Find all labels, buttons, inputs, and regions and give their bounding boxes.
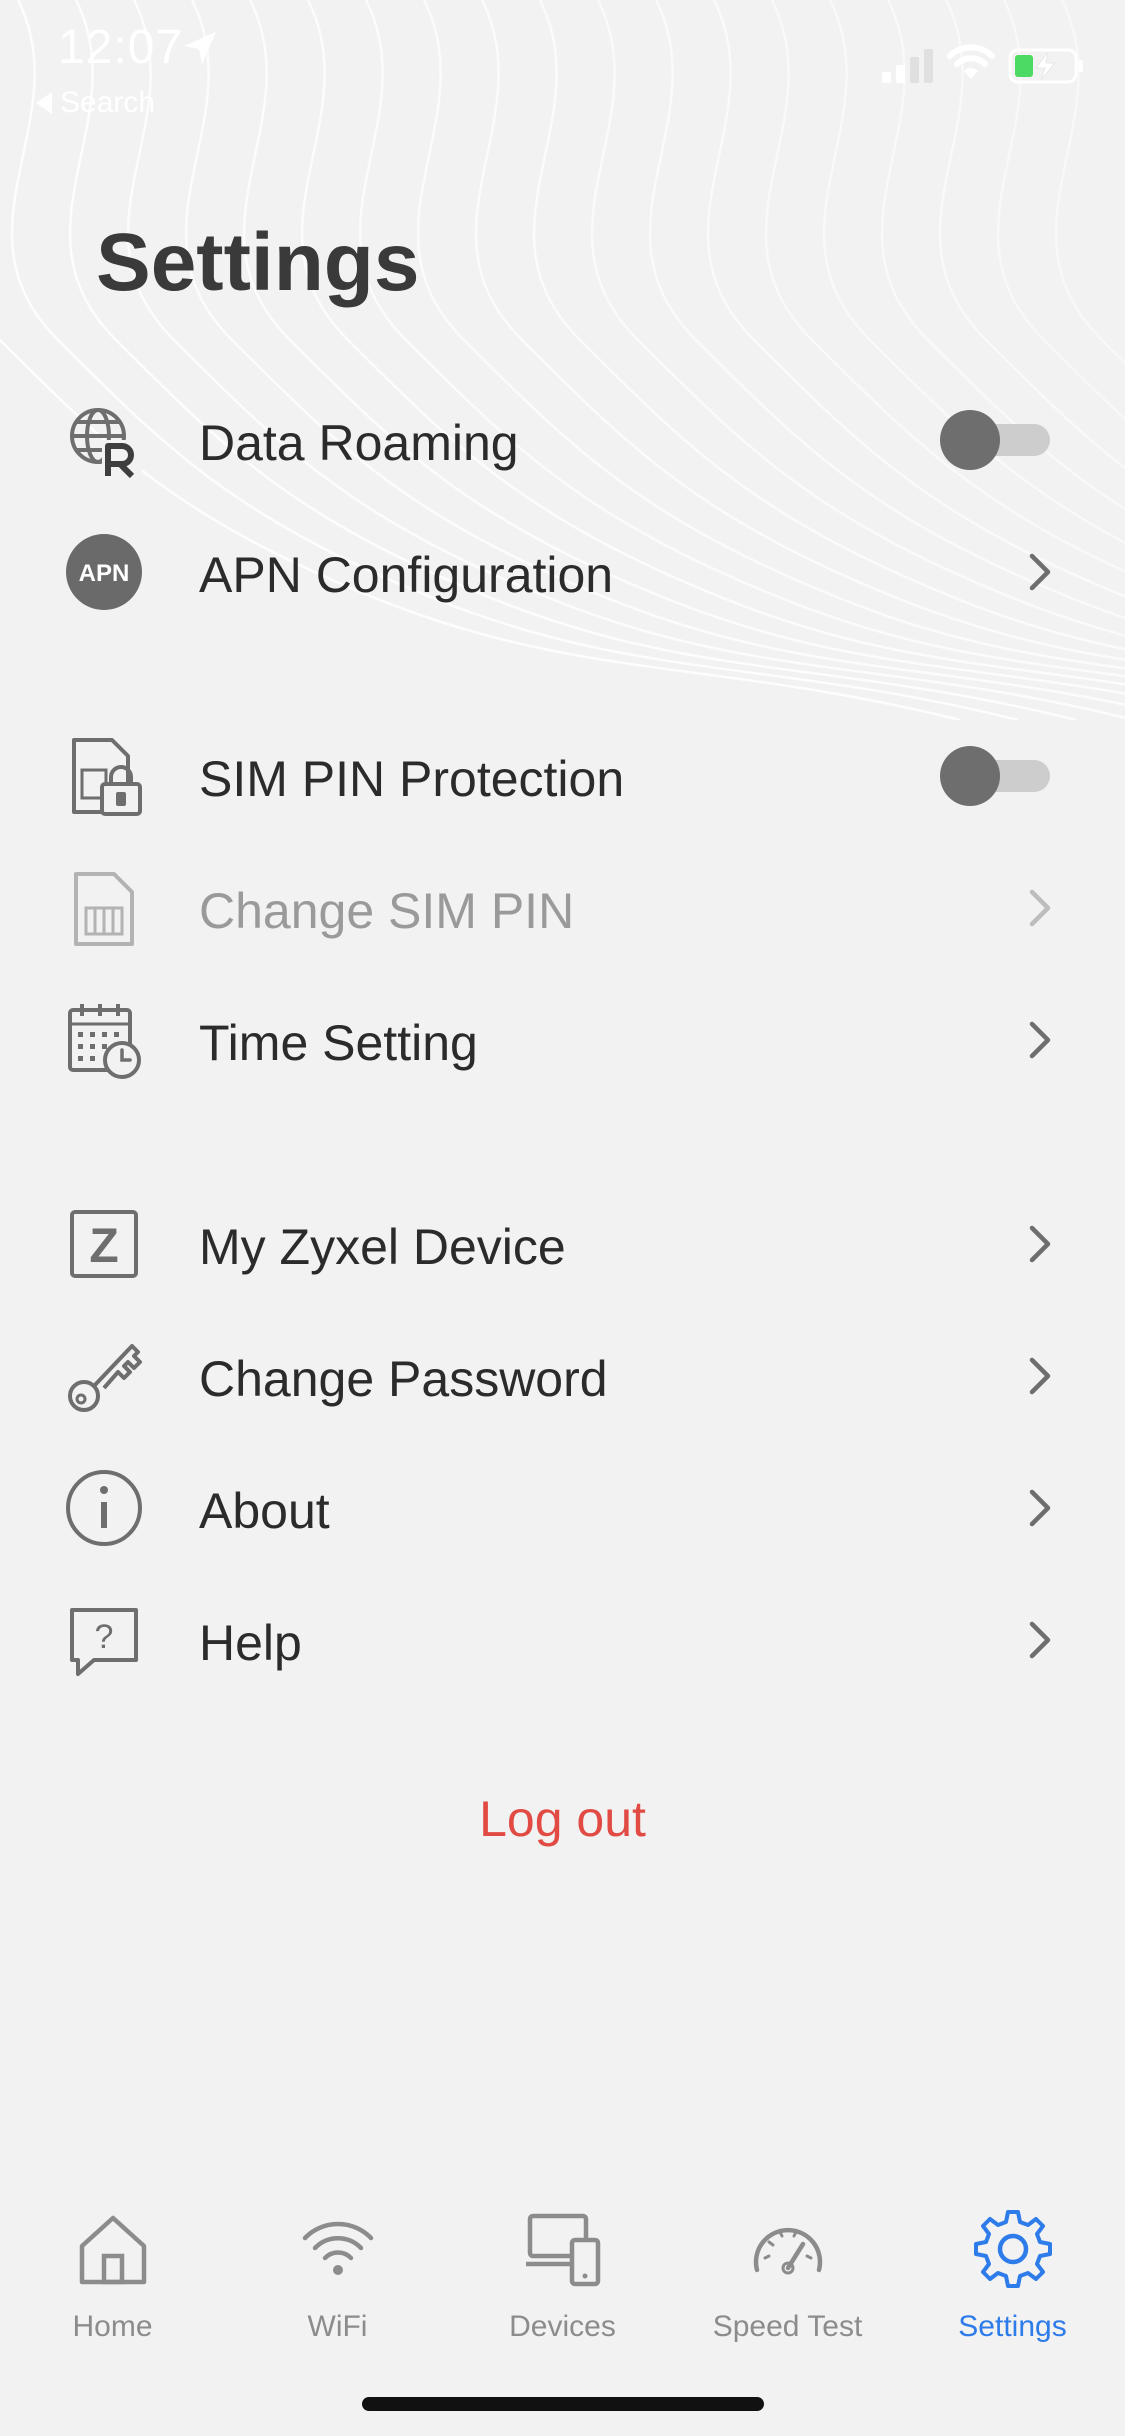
home-icon xyxy=(79,2215,147,2285)
chevron-right-icon xyxy=(1029,1225,1051,1263)
tab-label: WiFi xyxy=(307,2310,368,2343)
sim-pin-protection-toggle[interactable] xyxy=(940,746,1052,806)
svg-text:APN: APN xyxy=(79,560,130,587)
tab-home[interactable]: Home xyxy=(0,2196,225,2356)
apn-icon: APN xyxy=(66,534,142,610)
devices-icon xyxy=(526,2213,601,2287)
settings-row-label: Time Setting xyxy=(199,1015,478,1071)
bottom-tab-bar: Home WiFi Devices Speed Test Settings xyxy=(0,2196,1125,2356)
logout-button[interactable]: Log out xyxy=(0,1790,1125,1848)
settings-row-data-roaming[interactable]: Data Roaming xyxy=(0,374,1125,506)
wifi-icon xyxy=(302,2221,374,2275)
chevron-right-icon xyxy=(1029,889,1051,927)
status-bar: 12:07 Search xyxy=(0,0,1125,130)
gear-icon xyxy=(974,2210,1052,2288)
settings-row-label: About xyxy=(199,1483,330,1539)
settings-row-label: APN Configuration xyxy=(199,547,614,603)
settings-row-my-zyxel-device[interactable]: Z My Zyxel Device xyxy=(0,1178,1125,1310)
tab-wifi[interactable]: WiFi xyxy=(225,2196,450,2356)
back-app-label: Search xyxy=(60,86,156,119)
settings-row-label: Help xyxy=(199,1615,302,1671)
tab-label: Speed Test xyxy=(712,2310,863,2343)
settings-row-change-password[interactable]: Change Password xyxy=(0,1310,1125,1442)
sim-lock-icon xyxy=(72,738,142,816)
settings-row-apn-configuration[interactable]: APN APN Configuration xyxy=(0,506,1125,638)
chevron-right-icon xyxy=(1029,1021,1051,1059)
wifi-icon xyxy=(947,44,995,79)
settings-row-label: Data Roaming xyxy=(199,415,519,471)
status-time: 12:07 xyxy=(58,21,184,74)
help-bubble-icon: ? xyxy=(70,1608,138,1676)
cellular-signal-icon xyxy=(882,49,933,83)
settings-row-label: SIM PIN Protection xyxy=(199,751,625,807)
zyxel-z-icon: Z xyxy=(70,1210,138,1278)
settings-row-label: My Zyxel Device xyxy=(199,1219,566,1275)
battery-charging-icon xyxy=(1008,48,1083,84)
speedometer-icon xyxy=(753,2227,823,2275)
page-title: Settings xyxy=(96,217,420,308)
settings-row-sim-pin-protection[interactable]: SIM PIN Protection xyxy=(0,710,1125,842)
chevron-right-icon xyxy=(1029,553,1051,591)
svg-text:Z: Z xyxy=(89,1220,118,1273)
tab-speed-test[interactable]: Speed Test xyxy=(675,2196,900,2356)
info-icon xyxy=(66,1470,142,1546)
back-to-app-link[interactable]: Search xyxy=(36,86,155,120)
tab-label: Settings xyxy=(958,2310,1067,2343)
tab-settings[interactable]: Settings xyxy=(900,2196,1125,2356)
toggle-knob xyxy=(940,746,1000,806)
key-icon xyxy=(68,1344,142,1412)
settings-row-time-setting[interactable]: Time Setting xyxy=(0,974,1125,1106)
toggle-knob xyxy=(940,410,1000,470)
tab-label: Home xyxy=(72,2310,153,2343)
home-indicator xyxy=(362,2397,764,2411)
tab-devices[interactable]: Devices xyxy=(450,2196,675,2356)
svg-text:?: ? xyxy=(95,1618,114,1656)
settings-row-help[interactable]: ? Help xyxy=(0,1574,1125,1706)
settings-row-about[interactable]: About xyxy=(0,1442,1125,1574)
chevron-right-icon xyxy=(1029,1357,1051,1395)
sim-card-icon xyxy=(74,872,134,946)
data-roaming-toggle[interactable] xyxy=(940,410,1052,470)
chevron-right-icon xyxy=(1029,1621,1051,1659)
globe-roaming-icon xyxy=(70,408,142,479)
location-arrow-icon xyxy=(184,32,216,64)
back-triangle-icon xyxy=(36,92,52,114)
settings-row-label: Change SIM PIN xyxy=(199,883,575,939)
chevron-right-icon xyxy=(1029,1489,1051,1527)
calendar-clock-icon xyxy=(68,1004,141,1079)
settings-row-change-sim-pin[interactable]: Change SIM PIN xyxy=(0,842,1125,974)
tab-label: Devices xyxy=(509,2310,616,2343)
settings-row-label: Change Password xyxy=(199,1351,608,1407)
